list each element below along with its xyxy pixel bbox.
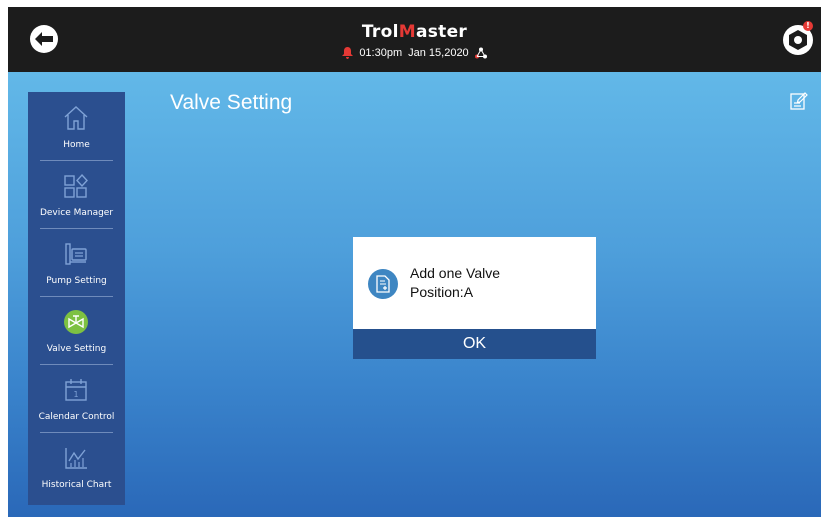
sidebar-item-label: Pump Setting <box>46 276 107 286</box>
ok-button[interactable]: OK <box>353 329 596 359</box>
top-bar: TrolMaster 01:30pm Jan 15,2020 ! <box>8 7 821 72</box>
bell-icon <box>342 47 354 59</box>
dialog-line-2: Position:A <box>410 284 474 300</box>
document-add-icon <box>368 269 398 299</box>
edit-button[interactable] <box>790 92 808 110</box>
valve-icon <box>62 308 90 336</box>
notification-badge: ! <box>803 21 813 31</box>
status-date: Jan 15,2020 <box>408 47 469 59</box>
sidebar: Home Device Manager Pump Setting Valve S… <box>28 92 125 505</box>
hexagon-settings-icon <box>789 30 807 50</box>
sidebar-item-pump-setting[interactable]: Pump Setting <box>28 228 125 295</box>
calendar-icon: 1 <box>62 376 90 404</box>
brand-suffix: aster <box>415 22 468 42</box>
sidebar-item-label: Historical Chart <box>41 480 112 490</box>
brand-accent-letter: M <box>398 22 416 42</box>
home-icon <box>62 104 90 132</box>
brand-logo: TrolMaster <box>8 22 821 42</box>
sidebar-item-label: Device Manager <box>39 208 114 218</box>
chart-icon <box>62 444 90 472</box>
main-content: Home Device Manager Pump Setting Valve S… <box>8 72 821 517</box>
sidebar-item-label: Calendar Control <box>38 412 115 422</box>
dialog-line-1: Add one Valve <box>410 265 501 281</box>
sidebar-item-label: Home <box>63 140 90 150</box>
status-line: 01:30pm Jan 15,2020 <box>8 47 821 59</box>
device-grid-icon <box>62 172 90 200</box>
pump-icon <box>62 240 90 268</box>
svg-text:1: 1 <box>73 390 78 399</box>
sidebar-item-valve-setting[interactable]: Valve Setting <box>28 296 125 363</box>
sidebar-item-label: Valve Setting <box>46 344 107 354</box>
sidebar-item-home[interactable]: Home <box>28 92 125 159</box>
sidebar-item-historical-chart[interactable]: Historical Chart <box>28 432 125 499</box>
app-frame: TrolMaster 01:30pm Jan 15,2020 ! Home De… <box>8 7 821 517</box>
status-time: 01:30pm <box>359 47 403 59</box>
sidebar-item-device-manager[interactable]: Device Manager <box>28 160 125 227</box>
page-title: Valve Setting <box>170 91 293 114</box>
edit-note-icon <box>790 92 808 110</box>
dialog-message: Add one Valve Position:A <box>410 264 590 302</box>
network-icon <box>474 47 487 59</box>
add-valve-dialog: Add one Valve Position:A OK <box>353 237 596 359</box>
brand-prefix: Trol <box>361 22 399 42</box>
sidebar-item-calendar-control[interactable]: 1 Calendar Control <box>28 364 125 431</box>
